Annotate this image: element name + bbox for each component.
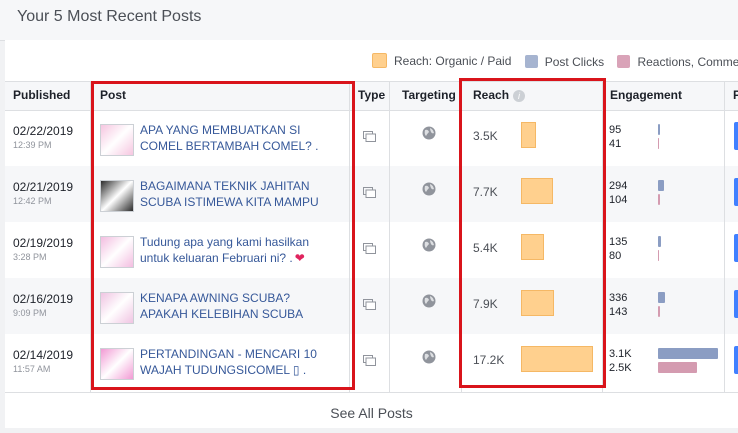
engagement-values: 336 143: [609, 291, 627, 319]
post-time: 12:42 PM: [13, 196, 52, 206]
reactions-bar: [658, 138, 659, 149]
globe-icon: [422, 350, 436, 364]
post-date: 02/14/2019: [13, 348, 74, 362]
col-published[interactable]: Published: [13, 88, 70, 102]
boost-post-button[interactable]: [734, 122, 738, 150]
reactions-bar: [658, 250, 659, 261]
post-date: 02/16/2019: [13, 292, 74, 306]
globe-icon: [422, 294, 436, 308]
engagement-values: 294 104: [609, 179, 627, 207]
col-promote[interactable]: P: [733, 88, 738, 102]
post-time: 12:39 PM: [13, 140, 52, 150]
reactions-bar: [658, 362, 697, 373]
globe-icon: [422, 182, 436, 196]
reactions-value: 143: [609, 306, 628, 318]
post-time: 9:09 PM: [13, 308, 47, 318]
legend-clicks: Post Clicks: [524, 54, 605, 69]
legend-reach-swatch: [372, 53, 387, 68]
boost-post-button[interactable]: [734, 234, 738, 262]
reactions-bar: [658, 194, 660, 205]
post-clicks-value: 294: [609, 180, 628, 192]
legend-reach: Reach: Organic / Paid: [372, 53, 511, 68]
reactions-value: 2.5K: [609, 362, 632, 374]
chart-legend: Reach: Organic / Paid Post Clicks Reacti…: [372, 53, 738, 69]
album-type-icon: [363, 355, 376, 366]
album-type-icon: [363, 187, 376, 198]
engagement-values: 135 80: [609, 235, 627, 263]
globe-icon: [422, 238, 436, 252]
post-time: 11:57 AM: [13, 364, 51, 374]
reactions-value: 80: [609, 250, 622, 262]
boost-post-button[interactable]: [734, 178, 738, 206]
legend-clicks-swatch: [524, 55, 538, 68]
panel-title: Your 5 Most Recent Posts: [17, 8, 202, 25]
engagement-values: 95 41: [609, 123, 621, 151]
album-type-icon: [363, 131, 376, 142]
album-type-icon: [363, 299, 376, 310]
highlight-reach-column: [459, 78, 606, 388]
album-type-icon: [363, 243, 376, 254]
see-all-posts-link[interactable]: See All Posts: [5, 392, 738, 428]
legend-reach-label: Reach: Organic / Paid: [394, 53, 512, 68]
post-clicks-value: 336: [609, 292, 628, 304]
post-date: 02/19/2019: [13, 236, 74, 250]
post-date: 02/21/2019: [13, 180, 74, 194]
highlight-post-column: [91, 81, 355, 390]
clicks-bar: [658, 124, 660, 135]
legend-reactions-swatch: [617, 55, 631, 68]
legend-reactions: Reactions, Comments: [617, 55, 738, 69]
engagement-values: 3.1K 2.5K: [609, 347, 632, 375]
legend-reactions-label: Reactions, Comments: [637, 54, 738, 69]
post-clicks-value: 3.1K: [609, 348, 632, 360]
col-type[interactable]: Type: [358, 88, 385, 102]
legend-clicks-label: Post Clicks: [544, 54, 605, 69]
clicks-bar: [658, 348, 718, 359]
post-clicks-value: 135: [609, 236, 628, 248]
clicks-bar: [658, 180, 664, 191]
clicks-bar: [658, 236, 661, 247]
clicks-bar: [658, 292, 665, 303]
reactions-value: 41: [609, 138, 622, 150]
post-clicks-value: 95: [609, 124, 622, 136]
post-date: 02/22/2019: [13, 124, 74, 138]
col-engagement[interactable]: Engagement: [610, 88, 682, 102]
reactions-bar: [658, 306, 660, 317]
boost-post-button[interactable]: [734, 346, 738, 374]
divider-engagement: [724, 81, 725, 392]
col-targeting[interactable]: Targeting: [402, 88, 456, 102]
boost-post-button[interactable]: [734, 290, 738, 318]
post-time: 3:28 PM: [13, 252, 47, 262]
globe-icon: [422, 126, 436, 140]
divider-type: [389, 81, 390, 392]
panel-header: Your 5 Most Recent Posts: [0, 0, 738, 41]
reactions-value: 104: [609, 194, 628, 206]
